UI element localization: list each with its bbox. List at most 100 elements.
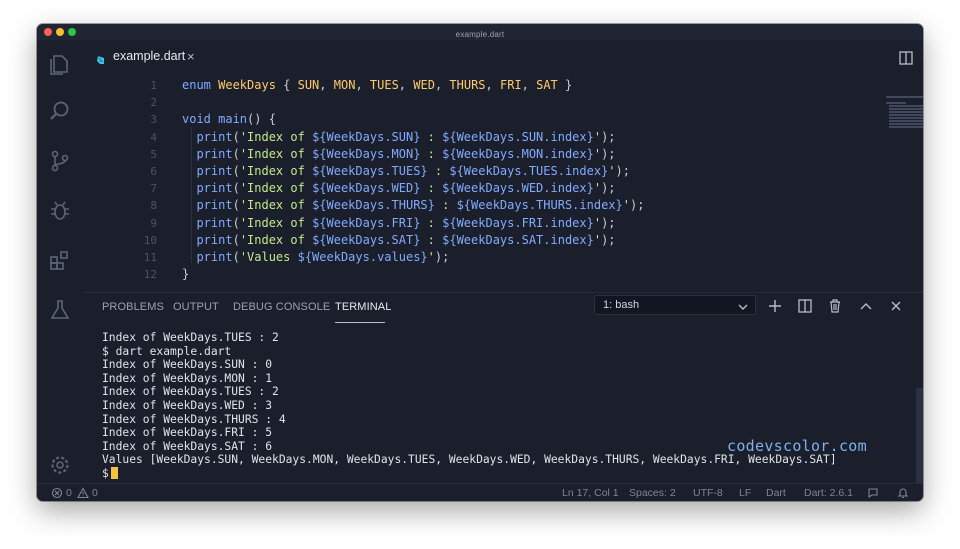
- terminal-line: Index of WeekDays.SUN : 0: [102, 358, 273, 372]
- tab-terminal[interactable]: TERMINAL: [335, 301, 391, 313]
- close-icon[interactable]: ×: [187, 49, 195, 64]
- cursor-position[interactable]: Ln 17, Col 1: [562, 486, 619, 500]
- code-token: ${WeekDays.WED.index}: [442, 181, 594, 196]
- code-editor[interactable]: 1 enum WeekDays { SUN, MON, TUES, WED, TH…: [83, 74, 883, 292]
- code-token: SUN: [297, 78, 320, 92]
- code-line[interactable]: 3 void main() {: [83, 111, 863, 128]
- close-window-button[interactable]: [44, 28, 52, 36]
- extensions-icon[interactable]: [47, 247, 73, 273]
- terminal-cursor: [110, 466, 118, 479]
- code-token: SAT: [536, 78, 558, 92]
- feedback-icon[interactable]: [867, 487, 879, 499]
- maximize-panel-icon[interactable]: [858, 298, 874, 314]
- code-line[interactable]: 12}: [83, 266, 863, 283]
- gear-icon[interactable]: [47, 452, 73, 478]
- close-panel-icon[interactable]: [888, 298, 904, 314]
- tab-debug-console[interactable]: DEBUG CONSOLE: [233, 301, 330, 313]
- code-line[interactable]: 1 enum WeekDays { SUN, MON, TUES, WED, TH…: [83, 77, 863, 94]
- error-icon[interactable]: [51, 487, 63, 499]
- tab-problems[interactable]: PROBLEMS: [102, 301, 164, 313]
- terminal-line: Index of WeekDays.WED : 3: [102, 398, 273, 412]
- code-text: }: [182, 266, 189, 283]
- line-number: 5: [150, 147, 157, 161]
- bell-icon[interactable]: [897, 487, 909, 499]
- code-token: ': [608, 164, 616, 178]
- code-token: ': [593, 181, 602, 196]
- watermark: codevscolor.com: [727, 437, 867, 455]
- code-token: print: [196, 164, 233, 178]
- code-token: );: [601, 232, 616, 247]
- minimize-window-button[interactable]: [56, 28, 64, 36]
- code-token: print: [196, 250, 233, 264]
- search-icon[interactable]: [47, 98, 73, 124]
- code-token: );: [601, 215, 616, 230]
- tab-example-dart[interactable]: example.dart ×: [83, 40, 207, 74]
- source-control-icon[interactable]: [47, 148, 73, 174]
- minimap[interactable]: [886, 96, 923, 136]
- code-line[interactable]: 6 print('Index of ${WeekDays.TUES} : ${W…: [83, 163, 863, 180]
- editor-area: example.dart × 1 enum WeekDays { SUN, MON…: [83, 40, 923, 483]
- warning-icon[interactable]: [77, 487, 89, 499]
- code-token: FRI: [499, 78, 522, 92]
- code-line[interactable]: 4 print('Index of ${WeekDays.SUN} : ${We…: [83, 129, 863, 146]
- error-count[interactable]: 0: [66, 486, 72, 500]
- trash-icon[interactable]: [827, 298, 843, 314]
- zoom-window-button[interactable]: [68, 28, 76, 36]
- code-text: print('Index of ${WeekDays.FRI} : ${Week…: [182, 215, 616, 232]
- code-line[interactable]: 5 print('Index of ${WeekDays.MON} : ${We…: [83, 146, 863, 163]
- code-text: print('Index of ${WeekDays.WED} : ${Week…: [182, 180, 615, 197]
- split-terminal-icon[interactable]: [797, 298, 813, 314]
- code-line[interactable]: 10 print('Index of ${WeekDays.SAT} : ${W…: [83, 232, 863, 249]
- language-mode[interactable]: Dart: [766, 486, 786, 500]
- terminal-output[interactable]: Index of WeekDays.TUES : 2 $ dart example…: [102, 331, 882, 481]
- terminal-prompt[interactable]: $: [102, 466, 882, 481]
- code-token: {: [275, 78, 298, 92]
- terminal-scrollbar[interactable]: [916, 388, 923, 483]
- debug-icon[interactable]: [47, 198, 73, 224]
- tab-label: example.dart: [113, 49, 186, 63]
- code-token: 'Index of: [239, 129, 313, 144]
- code-token: ${WeekDays.SAT.index}: [442, 232, 594, 247]
- warning-count[interactable]: 0: [92, 486, 98, 500]
- encoding[interactable]: UTF-8: [693, 486, 723, 500]
- end-of-line[interactable]: LF: [739, 486, 751, 500]
- code-token: :: [434, 198, 457, 213]
- code-line[interactable]: 2: [83, 94, 863, 111]
- terminal-line: $ dart example.dart: [102, 344, 232, 358]
- tab-output[interactable]: OUTPUT: [173, 301, 219, 313]
- code-token: :: [420, 232, 443, 247]
- indentation[interactable]: Spaces: 2: [629, 486, 676, 500]
- code-token: ,: [485, 78, 500, 92]
- code-line[interactable]: 11 print('Values ${WeekDays.values}');: [83, 249, 863, 266]
- add-terminal-icon[interactable]: [767, 298, 783, 314]
- code-token: ${WeekDays.TUES}: [312, 164, 428, 178]
- code-token: 'Index of: [239, 146, 313, 161]
- code-token: }: [182, 267, 190, 282]
- code-token: ${WeekDays.FRI}: [312, 215, 421, 230]
- code-token: ${WeekDays.SAT}: [312, 232, 421, 247]
- code-token: ${WeekDays.THURS.index}: [456, 198, 623, 213]
- code-token: :: [420, 129, 443, 144]
- files-icon[interactable]: [47, 50, 73, 76]
- terminal-line: Index of WeekDays.THURS : 4: [102, 412, 286, 426]
- code-line[interactable]: 9 print('Index of ${WeekDays.FRI} : ${We…: [83, 215, 863, 232]
- code-line[interactable]: 7 print('Index of ${WeekDays.WED} : ${We…: [83, 180, 863, 197]
- flask-icon[interactable]: [47, 297, 73, 323]
- dart-sdk-version[interactable]: Dart: 2.6.1: [804, 486, 853, 500]
- terminal-select-value: 1: bash: [603, 299, 640, 311]
- code-token: );: [629, 198, 645, 213]
- code-token: :: [427, 164, 450, 178]
- terminal-select[interactable]: 1: bash: [594, 295, 756, 315]
- code-token: 'Index of: [239, 232, 313, 247]
- title-bar: example.dart: [37, 24, 923, 40]
- code-line[interactable]: 8 print('Index of ${WeekDays.THURS} : ${…: [83, 197, 863, 214]
- prompt-symbol: $: [102, 466, 109, 480]
- split-editor-icon[interactable]: [898, 50, 914, 66]
- code-token: ': [622, 198, 630, 213]
- status-bar: 0 0 Ln 17, Col 1 Spaces: 2 UTF-8 LF Dart…: [37, 483, 923, 501]
